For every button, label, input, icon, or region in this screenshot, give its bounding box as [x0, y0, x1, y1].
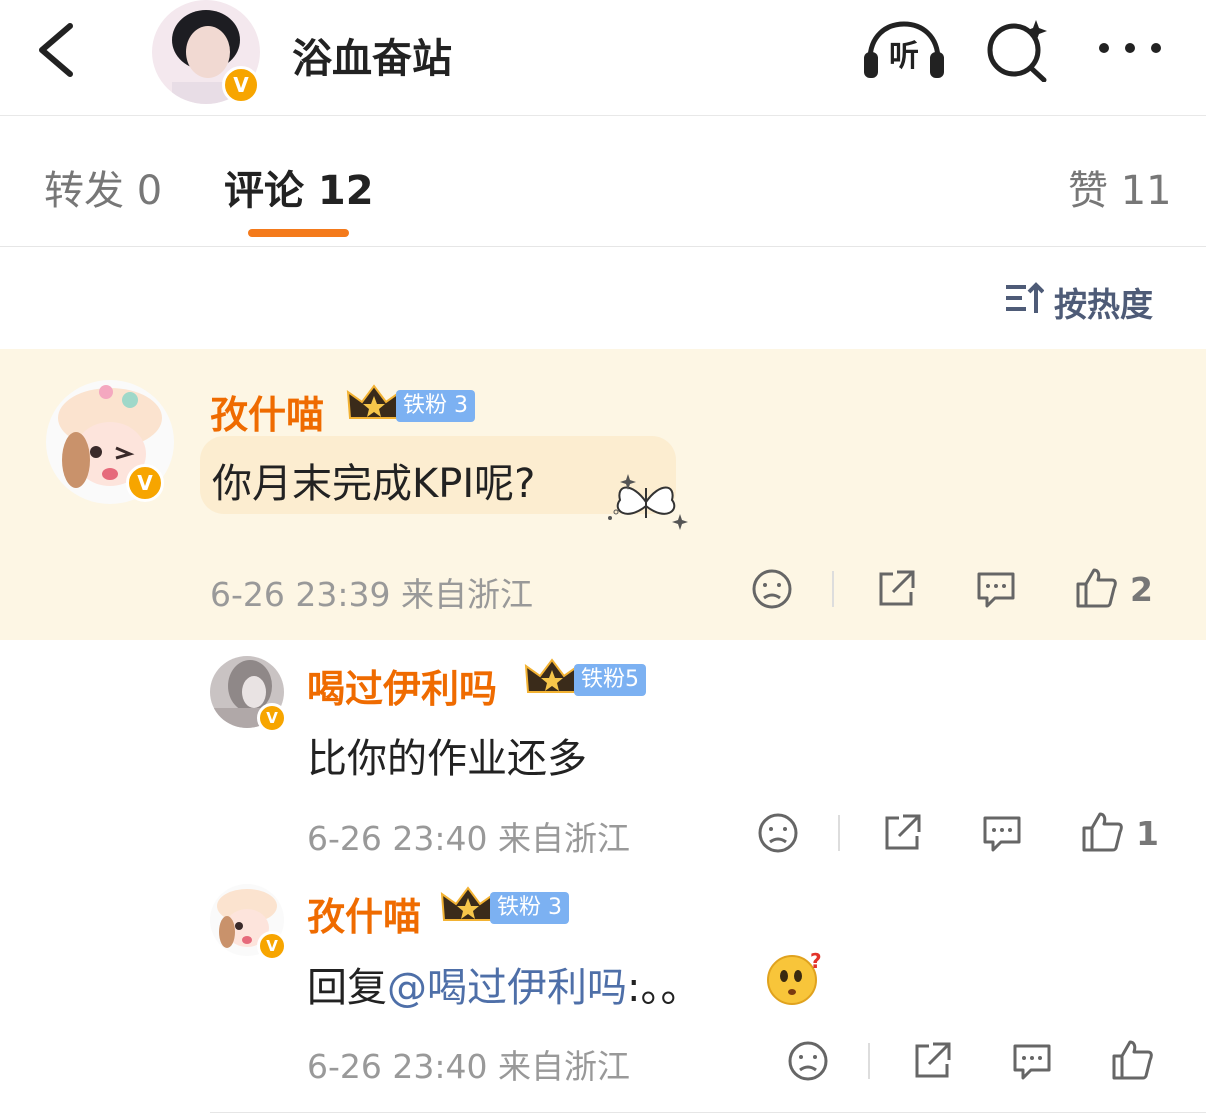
- like-button[interactable]: 2: [1074, 566, 1153, 612]
- thumbs-up-icon: [1110, 1038, 1154, 1084]
- comment-username[interactable]: 孜什喵: [210, 384, 324, 439]
- listen-headphones-icon[interactable]: 听: [862, 20, 946, 80]
- listen-label: 听: [889, 39, 919, 74]
- sort-toggle[interactable]: 按热度: [1004, 278, 1153, 326]
- divider: [838, 815, 840, 851]
- reply-prefix: 回复: [307, 965, 387, 1011]
- reply-meta: 6-26 23:40 来自浙江: [307, 1040, 630, 1088]
- fan-level-badge: 铁粉5: [524, 658, 646, 702]
- like-count: 1: [1136, 813, 1159, 853]
- comment-text: 你月末完成KPI呢?: [212, 461, 536, 507]
- share-icon[interactable]: [880, 812, 924, 854]
- active-tab-indicator: [248, 229, 349, 237]
- search-sparkle-icon[interactable]: [984, 18, 1050, 82]
- reply-username[interactable]: 喝过伊利吗: [307, 658, 497, 713]
- comment-time: 6-26 23:39: [210, 575, 391, 614]
- dislike-icon[interactable]: [786, 1040, 830, 1082]
- sort-icon: [1004, 281, 1045, 323]
- reply-icon[interactable]: [974, 568, 1018, 610]
- reply-location: 来自浙江: [498, 1047, 630, 1086]
- reply-meta: 6-26 23:40 来自浙江: [307, 812, 630, 860]
- thumbs-up-icon: [1080, 810, 1124, 856]
- share-icon[interactable]: [874, 568, 918, 610]
- sort-label: 按热度: [1054, 285, 1153, 324]
- fan-level-label: 铁粉 3: [396, 390, 475, 422]
- verified-badge: V: [222, 66, 260, 104]
- dislike-icon[interactable]: [750, 568, 794, 610]
- verified-badge: V: [257, 931, 287, 961]
- reply-suffix: :。。: [627, 965, 701, 1011]
- mention-link[interactable]: @喝过伊利吗: [387, 965, 627, 1011]
- crown-icon: [524, 658, 580, 702]
- comment-location: 来自浙江: [401, 575, 533, 614]
- back-arrow-icon[interactable]: [34, 20, 78, 80]
- reply-text: 回复@喝过伊利吗:。。: [307, 955, 700, 1013]
- reply-icon[interactable]: [980, 812, 1024, 854]
- more-dots-icon[interactable]: [1096, 40, 1164, 60]
- dislike-icon[interactable]: [756, 812, 800, 854]
- wondering-emoji-icon: ?: [766, 949, 822, 1006]
- svg-text:?: ?: [810, 950, 822, 973]
- fan-level-badge: 铁粉 3: [346, 384, 475, 428]
- verified-badge: V: [126, 464, 164, 502]
- reply-text: 比你的作业还多: [307, 736, 587, 782]
- divider: [868, 1043, 870, 1079]
- tab-repost[interactable]: 转发 0: [44, 158, 162, 216]
- reply-time: 6-26 23:40: [307, 1047, 488, 1086]
- reply-time: 6-26 23:40: [307, 819, 488, 858]
- like-count: 2: [1130, 569, 1153, 609]
- comment-actions: 2: [750, 566, 1153, 612]
- crown-icon: [346, 384, 402, 428]
- reply-actions: 1: [756, 810, 1159, 856]
- fan-level-label: 铁粉 3: [490, 892, 569, 924]
- page-title: 浴血奋站: [292, 36, 452, 82]
- divider: [832, 571, 834, 607]
- thumbs-up-icon: [1074, 566, 1118, 612]
- crown-icon: [440, 886, 496, 930]
- reply-location: 来自浙江: [498, 819, 630, 858]
- like-button[interactable]: [1110, 1038, 1154, 1084]
- comment-meta: 6-26 23:39 来自浙江: [210, 568, 533, 616]
- reply-icon[interactable]: [1010, 1040, 1054, 1082]
- fan-level-badge: 铁粉 3: [440, 886, 569, 930]
- butterfly-sticker-icon: [596, 470, 696, 534]
- tab-comment[interactable]: 评论 12: [224, 158, 374, 216]
- share-icon[interactable]: [910, 1040, 954, 1082]
- reply-username[interactable]: 孜什喵: [307, 886, 421, 941]
- fan-level-label: 铁粉5: [574, 664, 646, 696]
- divider: [210, 1112, 1206, 1113]
- verified-badge: V: [257, 703, 287, 733]
- reply-actions: [786, 1038, 1154, 1084]
- like-button[interactable]: 1: [1080, 810, 1159, 856]
- tab-bar: [0, 116, 1206, 247]
- tab-likes[interactable]: 赞 11: [1068, 158, 1172, 216]
